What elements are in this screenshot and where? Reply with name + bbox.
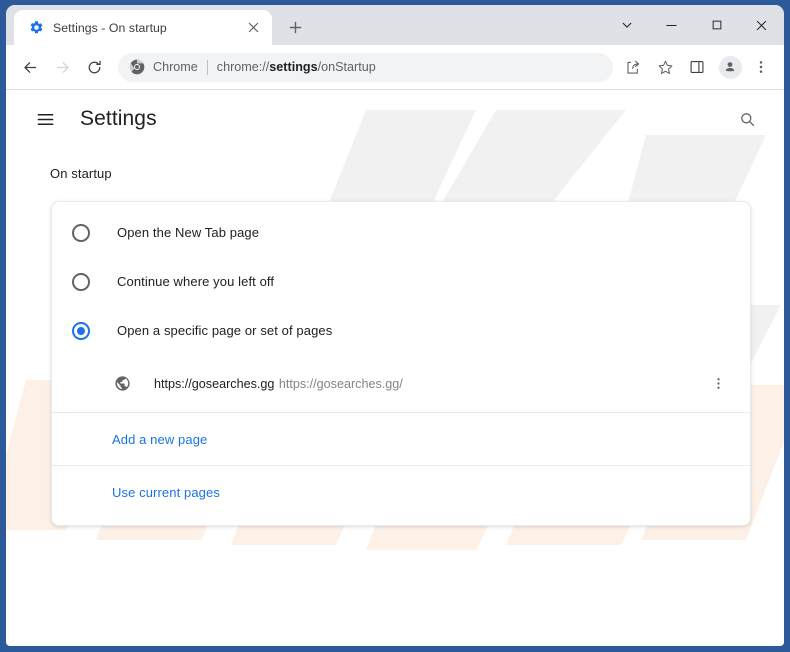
minimize-button[interactable]: [649, 5, 694, 45]
browser-toolbar: Chrome chrome://settings/onStartup: [6, 45, 784, 90]
new-tab-button[interactable]: [281, 13, 309, 41]
radio-icon[interactable]: [72, 272, 90, 291]
radio-label: Open the New Tab page: [117, 225, 260, 240]
bookmark-star-icon[interactable]: [650, 52, 680, 82]
radio-label: Open a specific page or set of pages: [117, 323, 333, 338]
omnibox-url: chrome://settings/onStartup: [217, 60, 376, 74]
settings-header: Settings: [6, 90, 784, 148]
back-icon[interactable]: [15, 52, 45, 82]
browser-window: Settings - On startup Chrome chrome://se…: [0, 0, 790, 652]
omnibox-url-bold: settings: [269, 60, 318, 74]
reload-icon[interactable]: [79, 52, 109, 82]
startup-page-row[interactable]: https://gosearches.gg https://gosearches…: [52, 355, 750, 413]
tab-search-button[interactable]: [604, 5, 649, 45]
section-label-on-startup: On startup: [50, 166, 112, 181]
browser-menu-icon[interactable]: [746, 52, 776, 82]
browser-tab-settings[interactable]: Settings - On startup: [14, 10, 272, 45]
address-bar[interactable]: Chrome chrome://settings/onStartup: [118, 52, 613, 82]
more-actions-icon[interactable]: [704, 370, 732, 398]
use-current-pages-label: Use current pages: [112, 485, 220, 500]
share-icon[interactable]: [618, 52, 648, 82]
search-icon[interactable]: [730, 102, 764, 136]
radio-icon[interactable]: [72, 223, 90, 242]
on-startup-card: Open the New Tab page Continue where you…: [51, 201, 751, 526]
tab-title: Settings - On startup: [53, 20, 167, 35]
avatar: [718, 55, 742, 79]
hamburger-menu-icon[interactable]: [28, 102, 62, 136]
profile-button[interactable]: [715, 52, 745, 82]
startup-page-title: https://gosearches.gg: [154, 376, 275, 391]
add-new-page-button[interactable]: Add a new page: [52, 413, 750, 466]
maximize-button[interactable]: [694, 5, 739, 45]
omnibox-divider: [206, 59, 208, 75]
globe-icon: [112, 374, 132, 394]
window-inner: Settings - On startup Chrome chrome://se…: [6, 5, 784, 646]
page-title: Settings: [80, 107, 157, 130]
omnibox-url-suffix: /onStartup: [317, 60, 376, 74]
tab-strip: Settings - On startup: [6, 5, 784, 45]
chrome-logo-icon: [128, 59, 145, 76]
omnibox-url-prefix: chrome://: [216, 60, 270, 74]
startup-option-continue[interactable]: Continue where you left off: [52, 257, 750, 306]
close-icon[interactable]: [244, 18, 263, 37]
omnibox-scheme-label: Chrome: [153, 60, 198, 74]
startup-page-subtitle: https://gosearches.gg/: [278, 376, 403, 391]
gear-icon: [28, 20, 44, 36]
side-panel-icon[interactable]: [682, 52, 712, 82]
window-controls: [604, 5, 784, 45]
startup-option-new-tab[interactable]: Open the New Tab page: [52, 208, 750, 257]
add-new-page-label: Add a new page: [112, 431, 208, 447]
radio-label: Continue where you left off: [117, 274, 275, 289]
use-current-pages-button[interactable]: Use current pages: [52, 466, 750, 519]
forward-icon[interactable]: [47, 52, 77, 82]
settings-page: Settings On startup Open the New Tab pag…: [6, 90, 784, 645]
settings-content: On startup Open the New Tab page Continu…: [6, 166, 784, 526]
startup-option-specific-pages[interactable]: Open a specific page or set of pages: [52, 306, 750, 355]
startup-page-text: https://gosearches.gg https://gosearches…: [154, 375, 704, 393]
close-window-button[interactable]: [739, 5, 784, 45]
radio-icon-selected[interactable]: [72, 321, 90, 340]
